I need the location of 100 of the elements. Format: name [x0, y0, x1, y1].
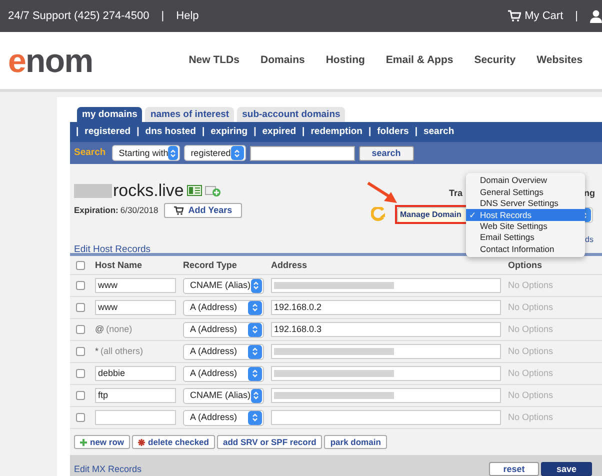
select-arrows-icon [250, 278, 262, 293]
filter-link[interactable]: search [423, 125, 454, 140]
menu-item[interactable]: Web Site Settings [466, 220, 585, 232]
filter-link[interactable]: expired [262, 125, 296, 140]
select-arrows-icon [168, 146, 178, 160]
address-field[interactable] [271, 366, 501, 382]
section-title: Edit Host Records [74, 244, 151, 256]
nav-link[interactable]: Hosting [326, 52, 365, 68]
address-field[interactable] [271, 410, 501, 426]
add-years-button[interactable]: Add Years [164, 203, 242, 218]
reset-button[interactable]: reset [489, 462, 539, 476]
record-type-select[interactable]: A (Address) [183, 300, 264, 316]
record-type-select[interactable]: CNAME (Alias) [183, 388, 264, 404]
cart-icon[interactable] [508, 10, 521, 22]
select-arrows-icon [248, 322, 262, 337]
host-note: (all others) [100, 345, 144, 358]
row-checkbox[interactable] [76, 391, 85, 400]
column-header: Record Type [183, 258, 238, 272]
select-arrows-icon [248, 300, 262, 315]
action-button[interactable]: new row [74, 435, 130, 450]
separator-text: | [368, 125, 372, 140]
menu-item[interactable]: Contact Information [466, 243, 585, 255]
add-card-icon[interactable] [204, 184, 221, 197]
filter-link[interactable]: expiring [210, 125, 248, 140]
plus-icon [80, 438, 87, 446]
host-name-field[interactable] [95, 410, 176, 426]
record-type-select[interactable]: A (Address) [183, 322, 264, 338]
separator-text: | [202, 125, 205, 140]
menu-item[interactable]: General Settings [466, 186, 585, 198]
host-name-field[interactable]: debbie [95, 366, 176, 382]
nav-link[interactable]: Domains [260, 52, 305, 68]
address-field[interactable] [271, 278, 501, 294]
nav-link[interactable]: Websites [536, 52, 583, 68]
menu-item[interactable]: Domain Overview [466, 175, 585, 186]
address-field[interactable] [271, 344, 501, 360]
match-select[interactable]: Starting with [112, 145, 180, 162]
separator-text: | [76, 125, 79, 140]
column-header: Address [271, 258, 308, 272]
enom-logo[interactable]: enom [8, 44, 93, 77]
pointer-arrow-icon [366, 181, 398, 205]
search-field[interactable] [250, 146, 355, 161]
address-field[interactable]: 192.168.0.3 [271, 322, 501, 338]
menu-item[interactable]: DNS Server Settings [466, 198, 585, 210]
address-field[interactable] [271, 388, 501, 404]
save-button[interactable]: save [541, 462, 592, 476]
host-name-field[interactable]: www [95, 278, 176, 294]
filter-link[interactable]: redemption [310, 125, 362, 140]
options-text: No Options [508, 389, 554, 402]
select-arrows-icon [248, 366, 262, 381]
menu-item[interactable]: Email Settings [466, 232, 585, 244]
action-button[interactable]: add SRV or SPF record [216, 435, 322, 450]
filter-link[interactable]: dns hosted [145, 125, 196, 140]
options-text: No Options [508, 367, 554, 380]
expiration-label: Expiration: [74, 204, 118, 218]
row-checkbox[interactable] [76, 281, 85, 290]
row-checkbox[interactable] [76, 303, 85, 312]
row-checkbox[interactable] [76, 369, 85, 378]
row-checkbox[interactable] [76, 413, 85, 422]
row-checkbox[interactable] [76, 325, 85, 334]
record-type-select[interactable]: A (Address) [183, 344, 264, 360]
menu-item[interactable]: ✓ Host Records [466, 209, 585, 221]
host-name-field[interactable]: www [95, 300, 176, 316]
record-type-select[interactable]: A (Address) [183, 366, 264, 382]
host-name-field[interactable]: ftp [95, 388, 176, 404]
separator-text: | [414, 125, 418, 140]
action-button[interactable]: park domain [324, 435, 387, 450]
scope-select[interactable]: registered [184, 145, 246, 162]
mx-records-link[interactable]: Edit MX Records [74, 462, 142, 476]
refresh-arrow-icon[interactable] [371, 207, 385, 221]
asterisk-icon [138, 438, 146, 446]
options-text: No Options [508, 301, 554, 314]
domain-name: rocks.live [113, 182, 184, 200]
search-button[interactable]: search [358, 146, 414, 161]
help-link[interactable]: Help [176, 8, 199, 24]
row-checkbox[interactable] [76, 347, 85, 356]
cart-link[interactable]: My Cart [524, 8, 564, 24]
select-arrows-icon [230, 146, 244, 160]
nav-link[interactable]: Security [474, 52, 516, 68]
address-field[interactable]: 192.168.0.2 [271, 300, 501, 316]
separator-text: | [254, 125, 256, 140]
record-type-select[interactable]: A (Address) [183, 410, 264, 426]
record-type-select[interactable]: CNAME (Alias) [183, 278, 264, 294]
id-card-icon[interactable] [186, 185, 202, 196]
user-icon[interactable] [590, 10, 602, 22]
nav-link[interactable]: New TLDs [188, 52, 240, 68]
host-note: (none) [106, 323, 132, 336]
action-button[interactable]: delete checked [132, 435, 215, 450]
expiration-date: 6/30/2018 [120, 204, 158, 218]
partial-text: Tra [449, 187, 463, 200]
filter-link[interactable]: registered [84, 125, 131, 140]
domain-tab[interactable]: my domains [77, 107, 142, 122]
separator-text: | [136, 125, 140, 140]
filter-link[interactable]: folders [377, 125, 409, 140]
domain-tab[interactable]: names of interest [145, 107, 234, 122]
select-all-checkbox[interactable] [76, 260, 85, 270]
nav-link[interactable]: Email & Apps [386, 52, 454, 68]
cart-icon [174, 206, 184, 216]
domain-tab[interactable]: sub-account domains [237, 107, 346, 122]
options-text: No Options [508, 345, 554, 358]
partial-text: ds [585, 234, 594, 246]
